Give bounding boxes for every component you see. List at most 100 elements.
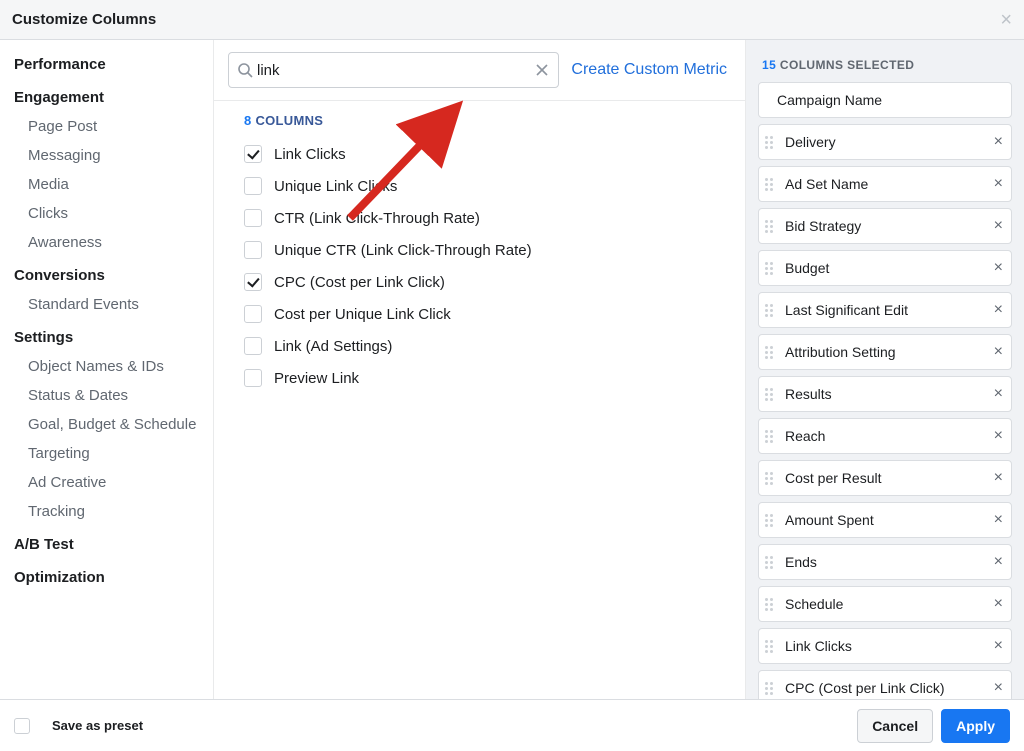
column-option[interactable]: Link (Ad Settings)	[244, 330, 731, 362]
column-option-label: Unique CTR (Link Click-Through Rate)	[274, 242, 532, 259]
drag-handle-icon[interactable]	[765, 304, 779, 317]
apply-button[interactable]: Apply	[941, 709, 1010, 743]
sidebar-item[interactable]: Object Names & IDs	[0, 352, 213, 381]
column-option-checkbox[interactable]	[244, 273, 262, 291]
selected-column-pill[interactable]: Delivery×	[758, 124, 1012, 160]
remove-column-icon[interactable]: ×	[994, 260, 1003, 276]
column-option-label: Link Clicks	[274, 146, 346, 163]
remove-column-icon[interactable]: ×	[994, 638, 1003, 654]
selected-column-pill[interactable]: Last Significant Edit×	[758, 292, 1012, 328]
selected-column-pill[interactable]: Reach×	[758, 418, 1012, 454]
selected-column-label: Results	[785, 386, 994, 402]
column-option[interactable]: CTR (Link Click-Through Rate)	[244, 202, 731, 234]
sidebar-item[interactable]: Tracking	[0, 497, 213, 526]
sidebar-item[interactable]: Optimization	[0, 559, 213, 592]
drag-handle-icon[interactable]	[765, 640, 779, 653]
selected-column-pill[interactable]: Attribution Setting×	[758, 334, 1012, 370]
remove-column-icon[interactable]: ×	[994, 680, 1003, 696]
remove-column-icon[interactable]: ×	[994, 344, 1003, 360]
selected-column-pill[interactable]: Campaign Name	[758, 82, 1012, 118]
sidebar-item[interactable]: Conversions	[0, 257, 213, 290]
drag-handle-icon[interactable]	[765, 472, 779, 485]
column-option-label: Unique Link Clicks	[274, 178, 397, 195]
sidebar-item[interactable]: Goal, Budget & Schedule	[0, 410, 213, 439]
remove-column-icon[interactable]: ×	[994, 554, 1003, 570]
column-option[interactable]: Unique CTR (Link Click-Through Rate)	[244, 234, 731, 266]
selected-column-pill[interactable]: Bid Strategy×	[758, 208, 1012, 244]
column-option-label: Cost per Unique Link Click	[274, 306, 451, 323]
selected-column-pill[interactable]: CPC (Cost per Link Click)×	[758, 670, 1012, 699]
search-box[interactable]	[228, 52, 559, 88]
sidebar-item[interactable]: Media	[0, 170, 213, 199]
column-option[interactable]: Unique Link Clicks	[244, 170, 731, 202]
remove-column-icon[interactable]: ×	[994, 596, 1003, 612]
sidebar-item[interactable]: A/B Test	[0, 526, 213, 559]
customize-columns-dialog: Customize Columns × PerformanceEngagemen…	[0, 0, 1024, 751]
column-option-checkbox[interactable]	[244, 305, 262, 323]
sidebar-item[interactable]: Performance	[0, 46, 213, 79]
search-input[interactable]	[253, 62, 534, 79]
selected-column-pill[interactable]: Ends×	[758, 544, 1012, 580]
selected-column-pill[interactable]: Ad Set Name×	[758, 166, 1012, 202]
dialog-title: Customize Columns	[12, 11, 156, 28]
columns-panel: Create Custom Metric 8 COLUMNS Link Clic…	[214, 40, 746, 699]
remove-column-icon[interactable]: ×	[994, 428, 1003, 444]
sidebar-item[interactable]: Settings	[0, 319, 213, 352]
remove-column-icon[interactable]: ×	[994, 176, 1003, 192]
save-as-preset-toggle[interactable]: Save as preset	[14, 718, 143, 734]
column-option-checkbox[interactable]	[244, 337, 262, 355]
sidebar-item[interactable]: Ad Creative	[0, 468, 213, 497]
drag-handle-icon[interactable]	[765, 388, 779, 401]
column-option-checkbox[interactable]	[244, 241, 262, 259]
create-custom-metric-link[interactable]: Create Custom Metric	[571, 61, 731, 79]
sidebar-item[interactable]: Targeting	[0, 439, 213, 468]
column-option[interactable]: Preview Link	[244, 362, 731, 394]
selected-column-label: Campaign Name	[777, 92, 1003, 108]
cancel-button[interactable]: Cancel	[857, 709, 933, 743]
drag-handle-icon[interactable]	[765, 178, 779, 191]
column-option-checkbox[interactable]	[244, 369, 262, 387]
sidebar-item[interactable]: Status & Dates	[0, 381, 213, 410]
remove-column-icon[interactable]: ×	[994, 302, 1003, 318]
column-option-checkbox[interactable]	[244, 209, 262, 227]
drag-handle-icon[interactable]	[765, 430, 779, 443]
sidebar-item[interactable]: Standard Events	[0, 290, 213, 319]
column-option-checkbox[interactable]	[244, 145, 262, 163]
column-option-label: Preview Link	[274, 370, 359, 387]
sidebar-item[interactable]: Clicks	[0, 199, 213, 228]
column-option[interactable]: Cost per Unique Link Click	[244, 298, 731, 330]
drag-handle-icon[interactable]	[765, 346, 779, 359]
drag-handle-icon[interactable]	[765, 220, 779, 233]
drag-handle-icon[interactable]	[765, 682, 779, 695]
selected-column-pill[interactable]: Schedule×	[758, 586, 1012, 622]
selected-count-suffix: COLUMNS SELECTED	[776, 58, 914, 72]
remove-column-icon[interactable]: ×	[994, 386, 1003, 402]
selected-column-label: Amount Spent	[785, 512, 994, 528]
remove-column-icon[interactable]: ×	[994, 470, 1003, 486]
remove-column-icon[interactable]: ×	[994, 218, 1003, 234]
save-as-preset-checkbox[interactable]	[14, 718, 30, 734]
selected-column-pill[interactable]: Results×	[758, 376, 1012, 412]
clear-search-icon[interactable]	[534, 62, 550, 78]
sidebar-item[interactable]: Engagement	[0, 79, 213, 112]
column-option-checkbox[interactable]	[244, 177, 262, 195]
column-option[interactable]: CPC (Cost per Link Click)	[244, 266, 731, 298]
sidebar-item[interactable]: Awareness	[0, 228, 213, 257]
sidebar-item[interactable]: Page Post	[0, 112, 213, 141]
drag-handle-icon[interactable]	[765, 262, 779, 275]
dialog-body: PerformanceEngagementPage PostMessagingM…	[0, 40, 1024, 699]
drag-handle-icon[interactable]	[765, 136, 779, 149]
selected-column-pill[interactable]: Amount Spent×	[758, 502, 1012, 538]
column-option[interactable]: Link Clicks	[244, 138, 731, 170]
selected-column-label: Link Clicks	[785, 638, 994, 654]
selected-column-pill[interactable]: Link Clicks×	[758, 628, 1012, 664]
remove-column-icon[interactable]: ×	[994, 512, 1003, 528]
drag-handle-icon[interactable]	[765, 556, 779, 569]
remove-column-icon[interactable]: ×	[994, 134, 1003, 150]
selected-column-pill[interactable]: Budget×	[758, 250, 1012, 286]
drag-handle-icon[interactable]	[765, 514, 779, 527]
selected-column-pill[interactable]: Cost per Result×	[758, 460, 1012, 496]
close-icon[interactable]: ×	[1000, 10, 1012, 30]
drag-handle-icon[interactable]	[765, 598, 779, 611]
sidebar-item[interactable]: Messaging	[0, 141, 213, 170]
